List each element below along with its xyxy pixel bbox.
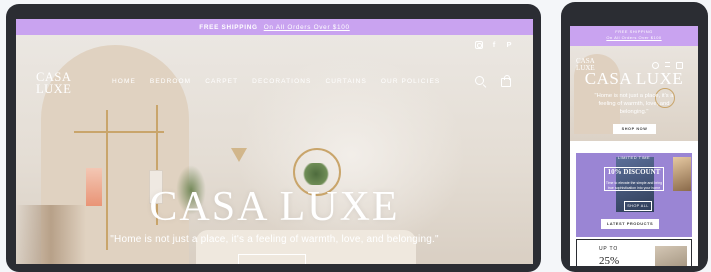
wall-decor-rod-vertical xyxy=(106,110,108,250)
mobile-shop-now-button[interactable]: SHOP NOW xyxy=(613,124,656,134)
site-logo[interactable]: CASA LUXE xyxy=(36,71,72,96)
sale-card-eyebrow: UP TO xyxy=(599,246,619,252)
nav-item-home[interactable]: HOME xyxy=(112,78,136,85)
geometric-decor xyxy=(231,148,247,162)
nav-item-carpet[interactable]: CARPET xyxy=(205,78,238,85)
nav-item-decorations[interactable]: DECORATIONS xyxy=(252,78,311,85)
announcement-bar: FREE SHIPPING On All Orders Over $100 xyxy=(16,19,533,35)
announcement-link[interactable]: On All Orders Over $100 xyxy=(264,24,350,31)
phone-frame: FREE SHIPPING On All Orders Over $100 CA… xyxy=(561,2,708,272)
mobile-preview: FREE SHIPPING On All Orders Over $100 CA… xyxy=(570,26,698,266)
mobile-hero-quote: "Home is not just a place, it's a feelin… xyxy=(594,93,674,115)
sale-card-percent: 25% xyxy=(599,255,620,266)
mobile-header-icons xyxy=(652,62,683,69)
plant-image xyxy=(301,163,331,185)
hero-cta-button[interactable] xyxy=(238,254,306,264)
nav-item-curtains[interactable]: CURTAINS xyxy=(325,78,366,85)
promo-tile-eyebrow: LIMITED TIME xyxy=(617,155,651,160)
hero-quote: "Home is not just a place, it's a feelin… xyxy=(110,234,439,245)
search-icon[interactable] xyxy=(475,76,484,85)
promo-tile-image xyxy=(673,157,691,191)
hero-title: CASA LUXE xyxy=(149,184,400,230)
nav-item-our-policies[interactable]: OUR POLICIES xyxy=(381,78,440,85)
mobile-search-icon[interactable] xyxy=(652,62,659,69)
latest-products-button[interactable]: LATEST PRODUCTS xyxy=(601,219,659,229)
mobile-announcement-link[interactable]: On All Orders Over $100 xyxy=(570,35,698,41)
laptop-frame: FREE SHIPPING On All Orders Over $100 f … xyxy=(6,4,541,272)
wall-decor-rod xyxy=(74,131,164,133)
sale-card[interactable]: UP TO 25% xyxy=(576,239,692,266)
mobile-announcement-bold-text: FREE SHIPPING xyxy=(615,29,653,34)
nav-item-bedroom[interactable]: BEDROOM xyxy=(150,78,191,85)
pinterest-icon[interactable]: P xyxy=(505,41,513,49)
facebook-icon[interactable]: f xyxy=(490,41,498,49)
social-links: f P xyxy=(475,41,513,49)
sale-card-image xyxy=(655,246,687,266)
mobile-cart-bag-icon[interactable] xyxy=(676,62,683,69)
cart-bag-icon[interactable] xyxy=(501,75,511,87)
logo-line: LUXE xyxy=(36,82,72,96)
desktop-preview: FREE SHIPPING On All Orders Over $100 f … xyxy=(16,19,533,264)
mobile-hero-title: CASA LUXE xyxy=(584,69,684,88)
mobile-menu-icon[interactable] xyxy=(665,62,670,67)
promo-tile-description: Time to elevate the simple and bring tru… xyxy=(605,181,663,190)
main-nav: HOME BEDROOM CARPET DECORATIONS CURTAINS… xyxy=(112,78,440,85)
shop-all-button[interactable]: SHOP ALL xyxy=(624,201,652,211)
instagram-icon[interactable] xyxy=(475,41,483,49)
announcement-bold-text: FREE SHIPPING xyxy=(199,23,258,31)
promo-tile-heading: 10% DISCOUNT xyxy=(607,168,661,176)
discount-promo-tile: LIMITED TIME 10% DISCOUNT Time to elevat… xyxy=(576,153,692,237)
mobile-announcement-bar: FREE SHIPPING On All Orders Over $100 xyxy=(570,26,698,46)
